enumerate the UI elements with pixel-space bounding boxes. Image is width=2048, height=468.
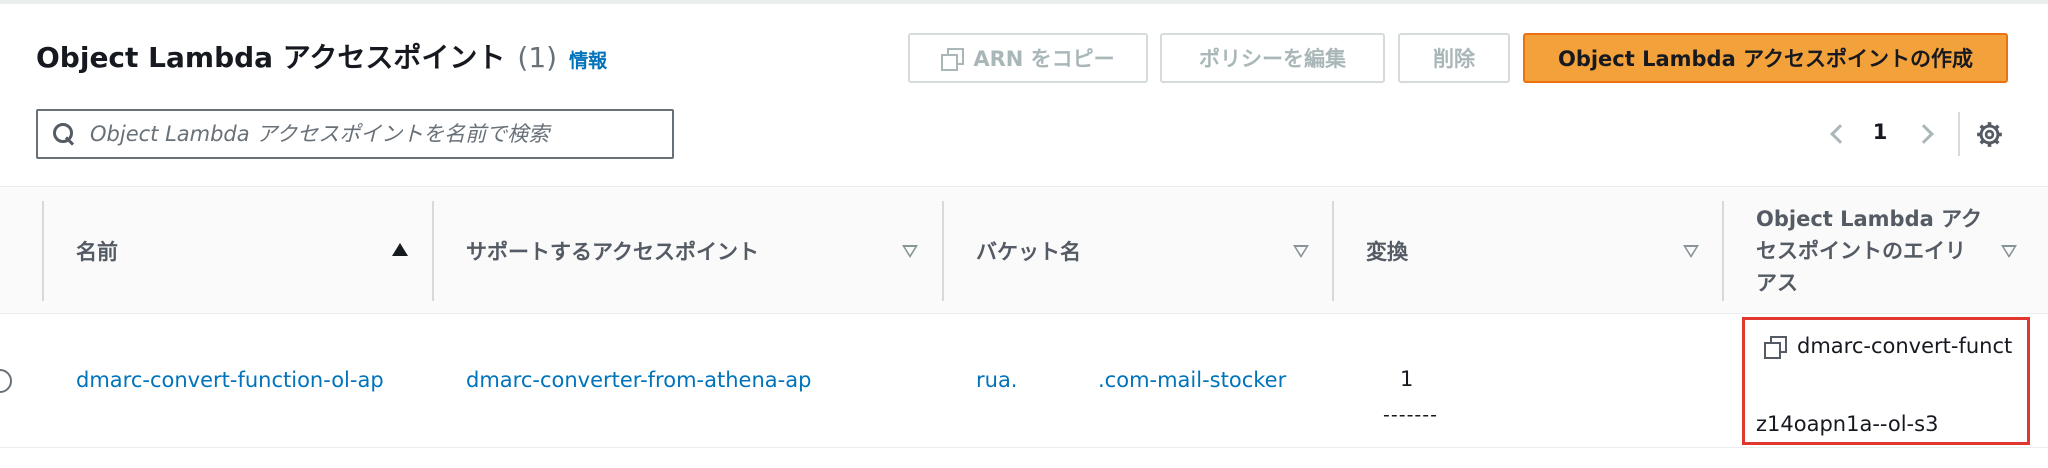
column-header-bucket-name[interactable]: バケット名 [976, 187, 1081, 315]
page-title: Object Lambda アクセスポイント [36, 41, 506, 74]
column-separator[interactable] [1332, 201, 1334, 301]
copy-arn-button[interactable]: ARN をコピー [908, 33, 1148, 83]
column-header-label: バケット名 [976, 240, 1081, 264]
page-title-group: Object Lambda アクセスポイント (1) 情報 [36, 36, 607, 76]
column-header-supporting-access-point[interactable]: サポートするアクセスポイント [466, 187, 759, 315]
pager-divider [1958, 112, 1960, 156]
sort-descending-icon[interactable] [2001, 245, 2017, 258]
column-separator[interactable] [1722, 201, 1724, 301]
chevron-left-icon[interactable] [1830, 124, 1850, 144]
column-header-label: サポートするアクセスポイント [466, 240, 759, 264]
column-header-transformations[interactable]: 変換 [1366, 187, 1408, 315]
copy-icon [941, 48, 965, 71]
copy-arn-label: ARN をコピー [973, 47, 1115, 71]
row-bucket-name-link-suffix[interactable]: .com-mail-stocker [1098, 368, 1286, 392]
search-input[interactable] [90, 122, 670, 146]
sort-ascending-icon[interactable] [392, 243, 408, 256]
row-supporting-access-point-link[interactable]: dmarc-converter-from-athena-ap [466, 368, 811, 392]
info-link[interactable]: 情報 [569, 46, 607, 73]
row-name-link[interactable]: dmarc-convert-function-ol-ap [76, 368, 384, 392]
delete-button[interactable]: 削除 [1398, 33, 1510, 83]
search-box [36, 109, 674, 159]
create-object-lambda-access-point-button[interactable]: Object Lambda アクセスポイントの作成 [1523, 33, 2008, 83]
column-header-alias-text: Object Lambda アク セスポイントのエイリ アス [1756, 203, 1982, 299]
sort-descending-icon[interactable] [1293, 245, 1309, 258]
panel-header: Object Lambda アクセスポイント (1) 情報 ARN をコピー ポ… [0, 4, 2048, 186]
object-lambda-access-points-panel: Object Lambda アクセスポイント (1) 情報 ARN をコピー ポ… [0, 0, 2048, 468]
column-separator[interactable] [432, 201, 434, 301]
column-header-alias[interactable]: Object Lambda アク セスポイントのエイリ アス [1756, 187, 1982, 315]
sort-descending-icon[interactable] [902, 245, 918, 258]
column-separator[interactable] [942, 201, 944, 301]
search-icon [52, 122, 76, 146]
alias-highlight-box [1742, 317, 2030, 445]
column-header-label: 名前 [76, 240, 118, 264]
column-header-alias-line: アス [1756, 271, 1798, 295]
column-header-alias-line: セスポイントのエイリ [1756, 239, 1966, 263]
column-header-name[interactable]: 名前 [76, 187, 118, 315]
sort-descending-icon[interactable] [1683, 245, 1699, 258]
column-header-alias-line: Object Lambda アク [1756, 207, 1983, 231]
gear-icon[interactable] [1976, 121, 2003, 148]
row-bucket-name-link-prefix[interactable]: rua. [976, 368, 1018, 392]
table-header: 名前 サポートするアクセスポイント バケット名 変換 Object Lambda… [0, 186, 2048, 314]
column-header-label: 変換 [1366, 240, 1408, 264]
edit-policy-button[interactable]: ポリシーを編集 [1160, 33, 1385, 83]
item-count: (1) [517, 41, 558, 74]
page-number[interactable]: 1 [1868, 120, 1892, 144]
row-transformations-detail[interactable]: ------- [1383, 404, 1438, 426]
chevron-right-icon[interactable] [1914, 124, 1934, 144]
column-separator [42, 201, 44, 301]
row-transformations-count: 1 [1400, 367, 1414, 391]
